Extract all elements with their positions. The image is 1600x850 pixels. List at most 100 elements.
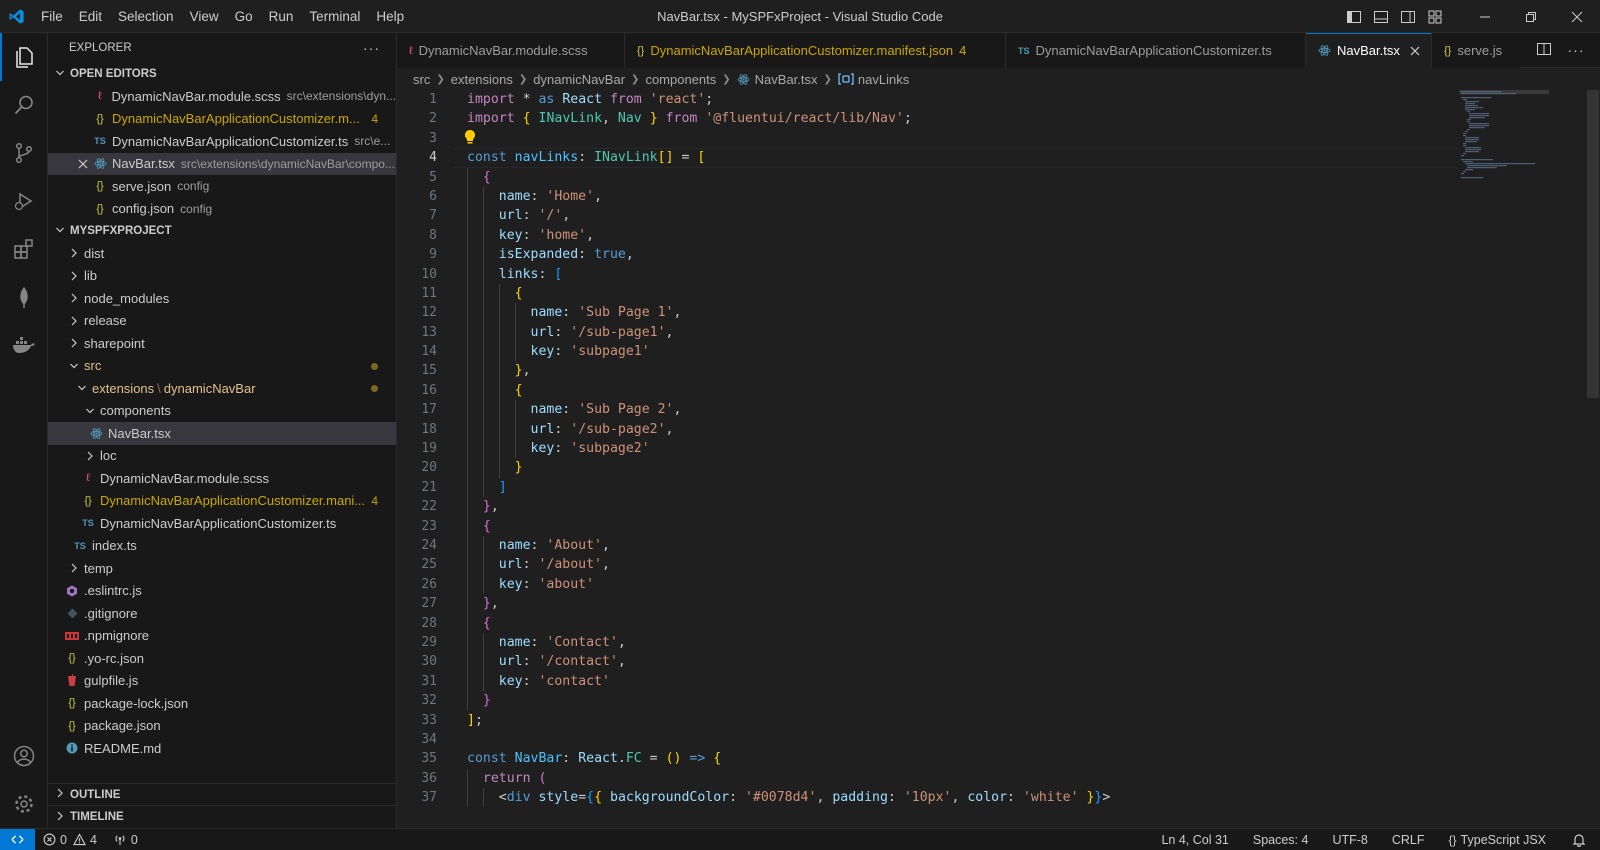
close-tab-icon[interactable] — [1410, 43, 1420, 59]
code-line[interactable]: key: 'home', — [467, 225, 1467, 246]
open-editor-item[interactable]: {} config.json config — [48, 198, 396, 221]
menu-help[interactable]: Help — [368, 0, 412, 33]
tree-folder[interactable]: release — [48, 310, 396, 333]
code-line[interactable]: { — [467, 167, 1467, 187]
code-line[interactable]: name: 'Sub Page 2', — [467, 400, 1467, 420]
code-line[interactable]: url: '/sub-page2', — [467, 419, 1467, 440]
code-line[interactable] — [465, 129, 1467, 148]
tab-serve-json[interactable]: {} serve.js — [1432, 33, 1522, 68]
code-line[interactable]: ]; — [467, 711, 1467, 730]
tab-navbar-tsx[interactable]: NavBar.tsx — [1306, 33, 1432, 68]
tree-file[interactable]: .gitignore — [48, 602, 396, 625]
open-editor-item[interactable]: ℓ DynamicNavBar.module.scss src\extensio… — [48, 85, 396, 108]
customize-layout-icon[interactable] — [1421, 0, 1448, 33]
toggle-panel-icon[interactable] — [1367, 0, 1394, 33]
code-line[interactable]: import { INavLink, Nav } from '@fluentui… — [467, 109, 1467, 128]
code-line[interactable]: import * as React from 'react'; — [467, 90, 1467, 109]
tree-file[interactable]: .npmignore — [48, 625, 396, 648]
breadcrumb-item[interactable]: components — [645, 72, 716, 87]
more-actions-icon[interactable]: ··· — [1568, 42, 1585, 58]
tree-file[interactable]: .eslintrc.js — [48, 580, 396, 603]
split-editor-icon[interactable] — [1536, 41, 1552, 60]
code-line[interactable] — [467, 730, 1467, 749]
code-line[interactable]: }, — [467, 361, 1467, 381]
cursor-position[interactable]: Ln 4, Col 31 — [1149, 829, 1240, 850]
run-debug-icon[interactable] — [0, 177, 48, 225]
code-line[interactable]: name: 'About', — [467, 535, 1467, 556]
tree-file[interactable]: TS DynamicNavBarApplicationCustomizer.ts — [48, 512, 396, 535]
open-editor-item[interactable]: TS DynamicNavBarApplicationCustomizer.ts… — [48, 130, 396, 153]
tree-folder[interactable]: temp — [48, 557, 396, 580]
explorer-icon[interactable] — [0, 33, 48, 81]
menu-terminal[interactable]: Terminal — [301, 0, 368, 33]
menu-go[interactable]: Go — [227, 0, 261, 33]
project-section[interactable]: MYSPFXPROJECT — [48, 220, 396, 242]
code-line[interactable]: const NavBar: React.FC = () => { — [467, 749, 1467, 768]
mongodb-leaf-icon[interactable] — [0, 273, 48, 321]
code-line[interactable]: links: [ — [467, 264, 1467, 284]
code-line[interactable]: { — [467, 380, 1467, 401]
tree-file[interactable]: gulpfile.js — [48, 670, 396, 693]
more-actions-icon[interactable]: ··· — [363, 40, 380, 56]
code-line[interactable]: { — [467, 613, 1467, 633]
source-control-icon[interactable] — [0, 129, 48, 177]
tree-file[interactable]: ℓ DynamicNavBar.module.scss — [48, 467, 396, 490]
code-line[interactable]: ] — [467, 477, 1467, 498]
code-line[interactable]: return ( — [467, 768, 1467, 789]
problems-status[interactable]: 0 4 — [35, 829, 105, 850]
vertical-scrollbar[interactable] — [1586, 90, 1600, 828]
open-editors-section[interactable]: OPEN EDITORS — [48, 63, 396, 85]
code-line[interactable]: key: 'subpage2' — [467, 439, 1467, 459]
ports-status[interactable]: 0 — [105, 829, 146, 850]
tab-manifest-json[interactable]: {} DynamicNavBarApplicationCustomizer.ma… — [625, 33, 1006, 68]
breadcrumb-item[interactable]: navLinks — [858, 72, 909, 87]
open-editor-item-active[interactable]: NavBar.tsx src\extensions\dynamicNavBar\… — [48, 152, 396, 175]
code-line[interactable]: }, — [467, 594, 1467, 614]
tree-folder[interactable]: lib — [48, 265, 396, 288]
code-lines[interactable]: import * as React from 'react'; import { … — [465, 90, 1467, 808]
tree-folder-open[interactable]: components — [48, 400, 396, 423]
manage-gear-icon[interactable] — [0, 780, 48, 828]
code-line[interactable]: <div style={{ backgroundColor: '#0078d4'… — [467, 788, 1467, 808]
outline-section[interactable]: OUTLINE — [48, 784, 396, 806]
code-line[interactable]: isExpanded: true, — [467, 245, 1467, 265]
open-editor-item[interactable]: {} serve.json config — [48, 175, 396, 198]
accounts-icon[interactable] — [0, 732, 48, 780]
breadcrumb-item[interactable]: extensions — [451, 72, 513, 87]
tree-folder[interactable]: sharepoint — [48, 332, 396, 355]
tree-file[interactable]: README.md — [48, 737, 396, 760]
code-line[interactable]: { — [467, 283, 1467, 304]
encoding-status[interactable]: UTF-8 — [1320, 829, 1379, 850]
code-line[interactable]: } — [467, 458, 1467, 478]
code-editor[interactable]: 1 2 3 4 5 6 7 8 9 10 11 12 13 14 15 16 17 18 19 20 21 22 23 24 2… — [397, 90, 1600, 828]
restore-icon[interactable] — [1508, 0, 1554, 33]
eol-status[interactable]: CRLF — [1380, 829, 1437, 850]
language-mode[interactable]: {} TypeScript JSX — [1437, 829, 1558, 850]
breadcrumb-item[interactable]: dynamicNavBar — [533, 72, 625, 87]
close-editor-icon[interactable] — [74, 159, 92, 169]
breadcrumb-item[interactable]: src — [413, 72, 430, 87]
code-line[interactable]: name: 'Home', — [467, 186, 1467, 207]
indentation-status[interactable]: Spaces: 4 — [1241, 829, 1321, 850]
menu-view[interactable]: View — [182, 0, 227, 33]
minimap[interactable] — [1459, 90, 1549, 210]
docker-icon[interactable] — [0, 321, 48, 369]
code-line[interactable]: } — [467, 691, 1467, 711]
notifications-icon[interactable] — [1558, 829, 1600, 850]
toggle-secondary-sidebar-icon[interactable] — [1394, 0, 1421, 33]
tree-file-selected[interactable]: NavBar.tsx — [48, 422, 396, 445]
code-line[interactable]: url: '/about', — [467, 555, 1467, 575]
menu-run[interactable]: Run — [261, 0, 302, 33]
tree-folder[interactable]: loc — [48, 445, 396, 468]
tree-file[interactable]: {} package.json — [48, 715, 396, 738]
extensions-icon[interactable] — [0, 225, 48, 273]
scrollbar-thumb[interactable] — [1587, 90, 1599, 398]
tree-folder-open[interactable]: extensions \ dynamicNavBar — [48, 377, 396, 400]
tree-file[interactable]: TS index.ts — [48, 535, 396, 558]
tree-folder[interactable]: node_modules — [48, 287, 396, 310]
code-line[interactable]: key: 'subpage1' — [467, 342, 1467, 362]
tab-customizer-ts[interactable]: TS DynamicNavBarApplicationCustomizer.ts — [1006, 33, 1306, 68]
menu-edit[interactable]: Edit — [71, 0, 110, 33]
open-editor-item[interactable]: {} DynamicNavBarApplicationCustomizer.m.… — [48, 108, 396, 131]
code-line[interactable]: url: '/', — [467, 206, 1467, 226]
